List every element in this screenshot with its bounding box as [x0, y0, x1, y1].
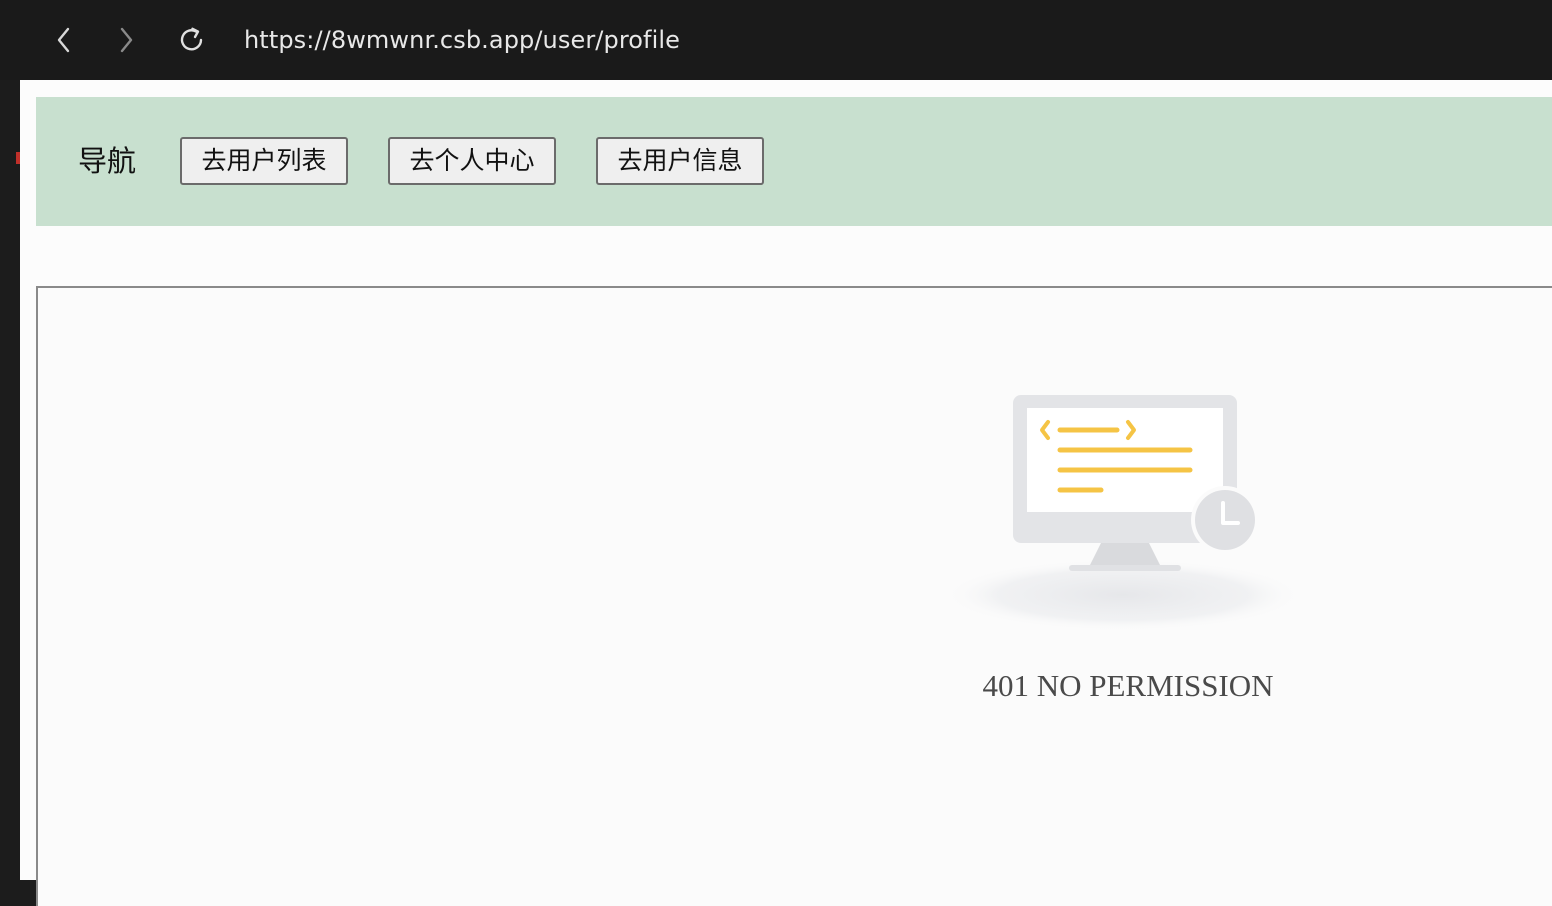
chevron-right-icon — [120, 27, 133, 53]
reload-button[interactable] — [174, 22, 210, 58]
left-edge-marker — [16, 152, 20, 164]
go-user-list-button[interactable]: 去用户列表 — [180, 137, 348, 185]
error-message: 401 NO PERMISSION — [982, 668, 1274, 703]
go-user-info-button[interactable]: 去用户信息 — [596, 137, 764, 185]
nav-panel: 导航 去用户列表 去个人中心 去用户信息 — [36, 97, 1552, 226]
go-personal-center-button[interactable]: 去个人中心 — [388, 137, 556, 185]
nav-label: 导航 — [78, 144, 137, 178]
chevron-left-icon — [57, 27, 70, 53]
page-viewport: 导航 去用户列表 去个人中心 去用户信息 401 NO PERMISSION — [20, 80, 1552, 906]
content-area: 401 NO PERMISSION — [36, 286, 1552, 906]
reload-icon — [180, 27, 203, 51]
address-bar-url[interactable]: https://8wmwnr.csb.app/user/profile — [244, 24, 680, 56]
back-button[interactable] — [46, 22, 82, 58]
browser-toolbar: https://8wmwnr.csb.app/user/profile — [0, 0, 1552, 80]
monitor-clock-icon — [943, 395, 1303, 631]
forward-button[interactable] — [108, 22, 144, 58]
